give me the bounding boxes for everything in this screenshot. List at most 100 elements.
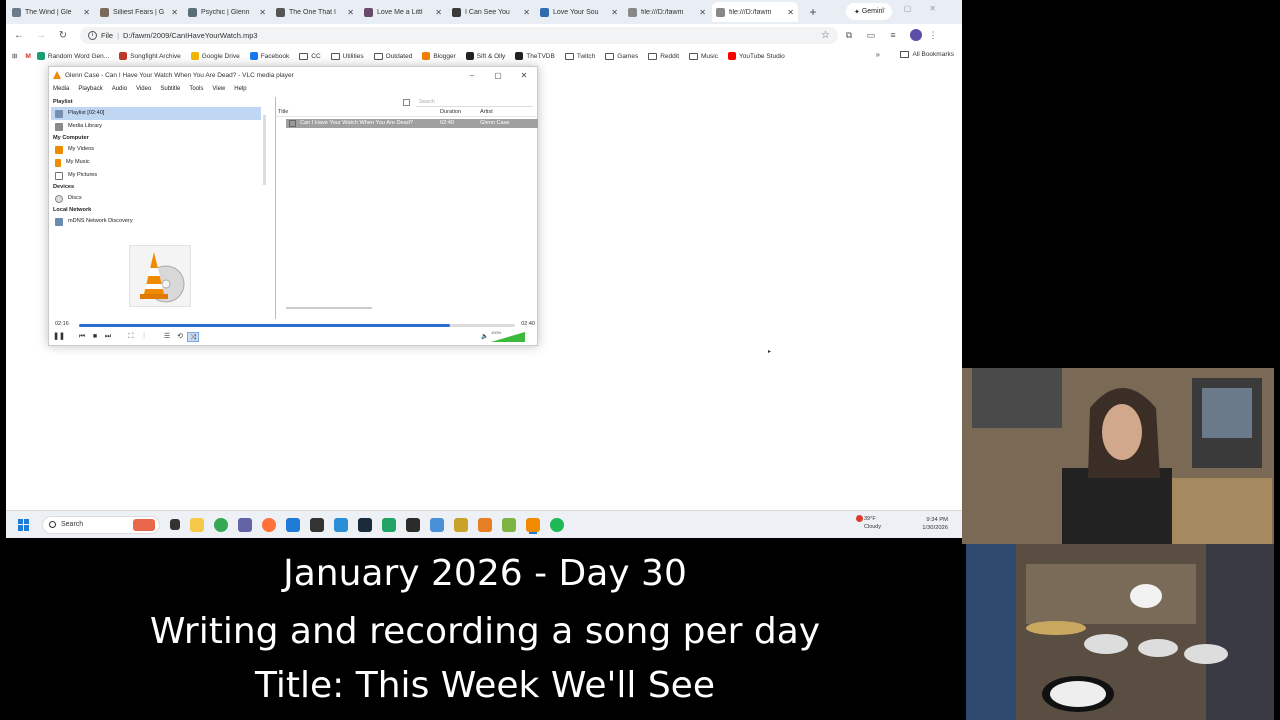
- close-icon[interactable]: ✕: [347, 8, 354, 17]
- close-button[interactable]: ✕: [511, 71, 537, 80]
- bookmark-item[interactable]: TheTVDB: [515, 52, 555, 60]
- app-dark-1-icon[interactable]: [310, 517, 324, 532]
- stop-button[interactable]: ■: [89, 332, 101, 342]
- menu-tools[interactable]: Tools: [189, 86, 203, 92]
- menu-playback[interactable]: Playback: [78, 86, 102, 92]
- bookmark-item[interactable]: Facebook: [249, 52, 289, 60]
- windows-start-icon[interactable]: [18, 518, 30, 531]
- menu-icon[interactable]: ⋮: [922, 30, 944, 41]
- more-bookmarks-icon[interactable]: »: [876, 50, 880, 59]
- customize-icon[interactable]: ≡: [882, 30, 904, 40]
- playlist-row[interactable]: Can I Have Your Watch When You Are Dead?…: [286, 119, 538, 128]
- app-dark-3-icon[interactable]: [406, 517, 420, 532]
- speaker-icon[interactable]: 🔈: [481, 333, 488, 340]
- bookmark-item[interactable]: Music: [689, 52, 718, 60]
- tab-2[interactable]: Psychic | Glenn ✕: [184, 2, 270, 22]
- pause-button[interactable]: ❚❚: [53, 332, 65, 342]
- sidebar-item-discs[interactable]: Discs: [51, 192, 261, 205]
- volume-control[interactable]: 🔈 100%: [481, 330, 527, 342]
- maximize-button[interactable]: ▢: [485, 71, 511, 80]
- tab-0[interactable]: The Wind | Gle ✕: [8, 2, 94, 22]
- seek-slider[interactable]: [79, 324, 515, 327]
- bookmark-item[interactable]: YouTube Studio: [728, 52, 785, 60]
- menu-view[interactable]: View: [212, 86, 225, 92]
- tab-8-active[interactable]: file:///D:/fawm ✕: [712, 2, 798, 22]
- extensions-icon[interactable]: ⧉: [838, 30, 860, 41]
- search-input[interactable]: Search: [416, 97, 533, 107]
- close-icon[interactable]: ✕: [171, 8, 178, 17]
- apps-icon[interactable]: ⊞: [12, 52, 17, 60]
- next-button[interactable]: ⏭: [102, 332, 114, 342]
- close-icon[interactable]: ✕: [523, 8, 530, 17]
- sidebar-item-playlist[interactable]: Playlist [02:40]: [51, 107, 261, 120]
- close-icon[interactable]: ✕: [611, 8, 618, 17]
- bookmark-item[interactable]: Reddit: [648, 52, 679, 60]
- task-view-icon[interactable]: [170, 519, 180, 530]
- close-icon[interactable]: ✕: [787, 8, 794, 17]
- weather-widget[interactable]: 39°F Cloudy: [856, 515, 881, 531]
- close-icon[interactable]: ✕: [435, 8, 442, 17]
- terminal-app-icon[interactable]: [358, 517, 372, 532]
- close-icon[interactable]: ✕: [83, 8, 90, 17]
- bookmark-item[interactable]: Utilities: [330, 52, 364, 60]
- file-explorer-app-icon[interactable]: [190, 517, 204, 532]
- bookmark-item[interactable]: Games: [605, 52, 638, 60]
- new-tab-button[interactable]: +: [806, 5, 820, 19]
- bookmark-item[interactable]: Google Drive: [190, 52, 240, 60]
- column-artist[interactable]: Artist: [480, 109, 493, 115]
- cast-icon[interactable]: ▭: [860, 30, 882, 41]
- tab-5[interactable]: I Can See You ✕: [448, 2, 534, 22]
- menu-help[interactable]: Help: [234, 86, 246, 92]
- app-orange-6-icon[interactable]: [478, 517, 492, 532]
- tab-6[interactable]: Love Your Sou ✕: [536, 2, 622, 22]
- back-button[interactable]: ←: [10, 30, 28, 41]
- menu-subtitle[interactable]: Subtitle: [160, 86, 180, 92]
- firefox-app-icon[interactable]: [262, 517, 276, 532]
- playlist-search[interactable]: Search: [403, 97, 533, 107]
- chrome-app-icon[interactable]: [214, 517, 228, 532]
- sidebar-item-my-videos[interactable]: My Videos: [51, 143, 261, 156]
- all-bookmarks-button[interactable]: All Bookmarks: [900, 51, 954, 58]
- minimize-button[interactable]: –: [459, 71, 485, 80]
- forward-button[interactable]: →: [32, 30, 50, 41]
- url-text[interactable]: D:/fawm/2009/CanIHaveYourWatch.mp3: [123, 31, 258, 40]
- sidebar-item-media-library[interactable]: Media Library: [51, 120, 261, 133]
- bookmark-item[interactable]: Random Word Gen...: [36, 52, 109, 60]
- bookmark-item[interactable]: Twitch: [564, 52, 595, 60]
- bookmark-item[interactable]: Sift & Olly: [465, 52, 505, 60]
- close-icon[interactable]: ✕: [259, 8, 266, 17]
- spotify-app-icon[interactable]: [550, 517, 564, 532]
- tab-1[interactable]: Silliest Fears | G ✕: [96, 2, 182, 22]
- extended-settings-button[interactable]: ⫶: [138, 332, 150, 342]
- app-green-7-icon[interactable]: [502, 517, 516, 532]
- tab-3[interactable]: The One That I ✕: [272, 2, 358, 22]
- vlc-titlebar[interactable]: Glenn Case - Can I Have Your Watch When …: [49, 67, 537, 83]
- excel-app-icon[interactable]: [382, 517, 396, 532]
- previous-button[interactable]: ⏮: [76, 332, 88, 342]
- bookmark-item[interactable]: Blogger: [422, 52, 456, 60]
- bookmark-item[interactable]: Outdated: [373, 52, 412, 60]
- bookmark-item[interactable]: Songfight Archive: [119, 52, 181, 60]
- taskbar-search[interactable]: Search: [42, 515, 160, 534]
- column-title[interactable]: Title: [278, 109, 288, 115]
- system-clock[interactable]: 9:34 PM 1/30/2026: [922, 516, 948, 532]
- horizontal-scrollbar[interactable]: [286, 307, 372, 309]
- gmail-icon[interactable]: M: [25, 53, 30, 60]
- menu-video[interactable]: Video: [136, 86, 151, 92]
- sidebar-item-my-pictures[interactable]: My Pictures: [51, 169, 261, 182]
- sidebar-item-my-music[interactable]: My Music: [51, 156, 261, 169]
- view-mode-icon[interactable]: [403, 98, 410, 106]
- tab-7[interactable]: file:///D:/fawm ✕: [624, 2, 710, 22]
- volume-slider[interactable]: [491, 332, 525, 342]
- loop-button[interactable]: ⟲: [174, 332, 186, 342]
- vlc-app-icon[interactable]: [526, 517, 540, 532]
- sidebar-splitter[interactable]: [263, 115, 266, 185]
- app-blue-2-icon[interactable]: [334, 517, 348, 532]
- bookmark-item[interactable]: CC: [299, 52, 321, 60]
- column-duration[interactable]: Duration: [440, 109, 461, 115]
- playlist-toggle-button[interactable]: ☰: [161, 332, 173, 342]
- store-app-icon[interactable]: [286, 517, 300, 532]
- app-check-5-icon[interactable]: [454, 517, 468, 532]
- menu-audio[interactable]: Audio: [112, 86, 127, 92]
- menu-media[interactable]: Media: [53, 86, 69, 92]
